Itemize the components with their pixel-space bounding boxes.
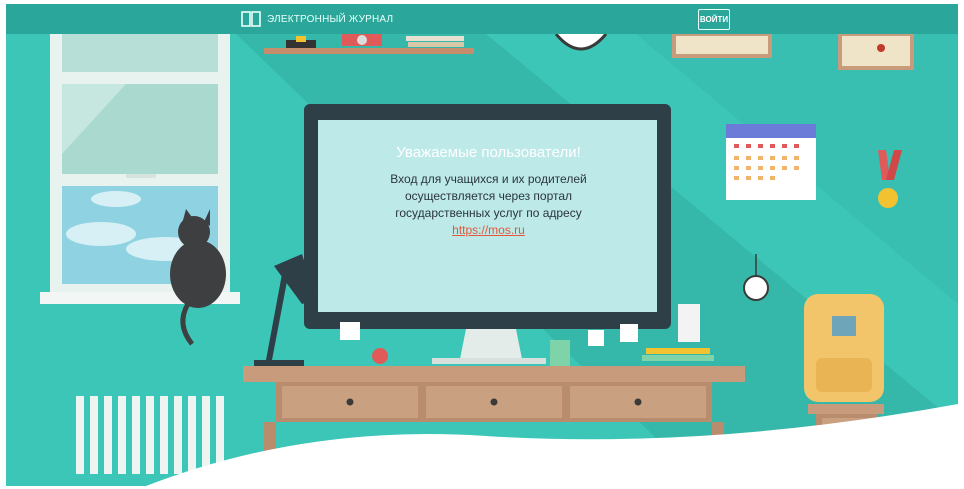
sticky-note [340,322,360,340]
notice-line-3: государственных услуг по адресу [395,206,582,220]
frame-diploma-1 [672,32,772,58]
mos-link[interactable]: https://mos.ru [452,223,525,237]
notice-title: Уважаемые пользователи! [396,144,581,161]
brand[interactable]: ЭЛЕКТРОННЫЙ ЖУРНАЛ [241,9,393,29]
calendar [726,124,816,200]
apple [372,348,388,364]
top-navbar: ЭЛЕКТРОННЫЙ ЖУРНАЛ ВОЙТИ [6,4,958,34]
sticky-note [620,324,638,342]
notice-line-2: осуществляется через портал [404,189,573,203]
cup [678,304,700,342]
notice-panel: Уважаемые пользователи! Вход для учащихс… [321,122,656,302]
notice-body: Вход для учащихся и их родителей осущест… [321,171,656,239]
pencil-cup [550,340,570,366]
login-button[interactable]: ВОЙТИ [698,9,730,30]
app-frame: ЭЛЕКТРОННЫЙ ЖУРНАЛ ВОЙТИ Уважаемые польз… [6,4,958,486]
sticky-note [588,330,604,346]
frame-diploma-2 [838,32,914,70]
book-icon [241,11,261,27]
wall-clock [554,33,608,51]
books [646,348,710,354]
backpack [804,294,884,402]
app-title: ЭЛЕКТРОННЫЙ ЖУРНАЛ [267,13,394,25]
notice-line-1: Вход для учащихся и их родителей [390,172,587,186]
radiator [76,396,224,474]
